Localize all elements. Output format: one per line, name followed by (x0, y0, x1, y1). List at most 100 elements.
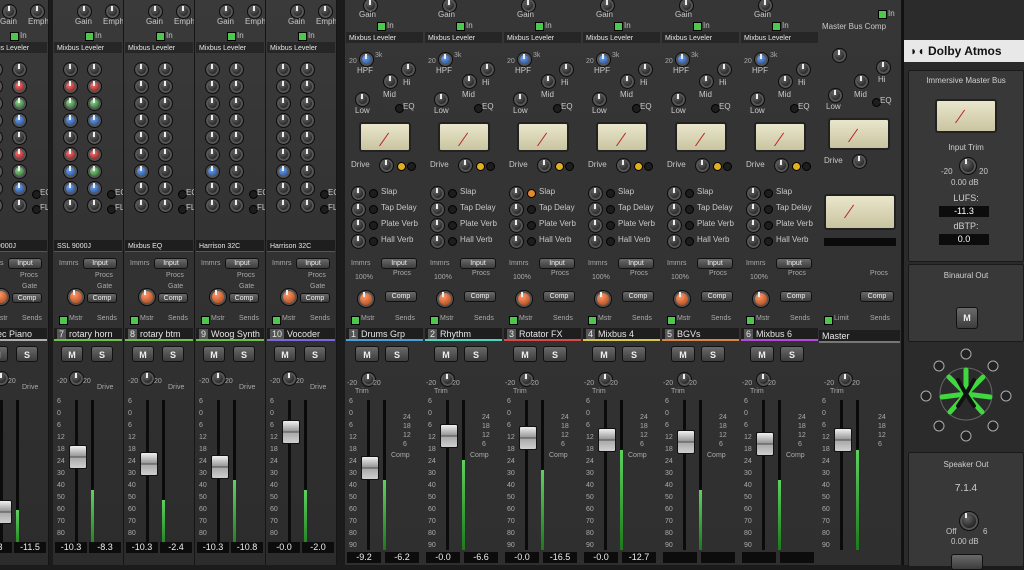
eq-knob[interactable] (205, 130, 220, 145)
send-knob-hall_verb[interactable] (430, 234, 445, 249)
low-knob[interactable] (513, 92, 528, 107)
fader-handle[interactable] (677, 430, 695, 454)
mstr-indicator[interactable] (130, 316, 139, 325)
eq-knob[interactable] (276, 198, 291, 213)
track-name[interactable]: 10 Vocoder (267, 328, 335, 341)
send-knob-slap[interactable] (430, 186, 445, 201)
eq-knob[interactable] (0, 130, 3, 145)
pan-knob[interactable] (0, 288, 10, 306)
eq-knob[interactable] (300, 181, 315, 196)
eq-knob[interactable] (0, 198, 3, 213)
hpf-knob[interactable] (675, 52, 690, 67)
comp-button[interactable]: Comp (12, 293, 42, 303)
track-name[interactable]: 8 rotary btm (125, 328, 193, 341)
send-knob-hall_verb[interactable] (667, 234, 682, 249)
solo-button[interactable]: S (780, 346, 804, 362)
binaural-mute-button[interactable]: M (956, 307, 978, 329)
eq-knob[interactable] (87, 181, 102, 196)
eq-knob[interactable] (87, 96, 102, 111)
mute-button[interactable]: M (355, 346, 379, 362)
eq-knob[interactable] (63, 96, 78, 111)
eq-knob[interactable] (300, 147, 315, 162)
eq-knob[interactable] (134, 147, 149, 162)
mid-knob[interactable] (699, 74, 714, 89)
eq-knob[interactable] (158, 181, 173, 196)
plugin-slot[interactable]: Mixbus Leveler (662, 32, 739, 43)
comp-button[interactable]: Comp (300, 293, 330, 303)
in-indicator[interactable] (10, 32, 19, 41)
eq-knob[interactable] (87, 147, 102, 162)
eq-knob[interactable] (300, 79, 315, 94)
comp-button[interactable]: Comp (701, 291, 733, 302)
speaker-out-button[interactable] (951, 554, 983, 570)
send-knob-slap[interactable] (509, 186, 524, 201)
send-led-tap_delay[interactable] (606, 205, 615, 214)
master-low-knob[interactable] (828, 88, 843, 103)
pan-knob[interactable] (673, 290, 691, 308)
track-name[interactable]: 9 Woog Synth (196, 328, 264, 341)
solo-button[interactable]: S (701, 346, 725, 362)
send-led-plate_verb[interactable] (527, 221, 536, 230)
eq-knob[interactable] (134, 181, 149, 196)
low-knob[interactable] (355, 92, 370, 107)
master-in-indicator[interactable] (878, 10, 887, 19)
eq-knob[interactable] (158, 113, 173, 128)
send-led-tap_delay[interactable] (764, 205, 773, 214)
eq-knob[interactable] (134, 96, 149, 111)
eq-knob[interactable] (0, 147, 3, 162)
eq-knob[interactable] (205, 79, 220, 94)
eq-knob[interactable] (300, 164, 315, 179)
input-button[interactable]: Input (154, 258, 188, 269)
in-indicator[interactable] (693, 22, 702, 31)
solo-button[interactable]: S (304, 346, 326, 362)
eq-knob[interactable] (0, 164, 3, 179)
eq-knob[interactable] (87, 62, 102, 77)
send-led-slap[interactable] (606, 189, 615, 198)
in-indicator[interactable] (156, 32, 165, 41)
mute-button[interactable]: M (203, 346, 225, 362)
bus-name[interactable]: 1 Drums Grp (346, 328, 423, 341)
eq-knob[interactable] (300, 130, 315, 145)
bus-name[interactable]: 5 BGVs (662, 328, 739, 341)
eq-knob[interactable] (276, 130, 291, 145)
hi-knob[interactable] (401, 62, 416, 77)
track-name[interactable]: 7 rotary horn (54, 328, 122, 341)
comp-button[interactable]: Comp (464, 291, 496, 302)
comp-button[interactable]: Comp (229, 293, 259, 303)
solo-button[interactable]: S (233, 346, 255, 362)
send-knob-tap_delay[interactable] (667, 202, 682, 217)
send-led-plate_verb[interactable] (606, 221, 615, 230)
mute-button[interactable]: M (434, 346, 458, 362)
input-button[interactable]: Input (460, 258, 496, 269)
master-fader-handle[interactable] (834, 428, 852, 452)
bus-name[interactable]: 4 Mixbus 4 (583, 328, 660, 341)
mstr-indicator[interactable] (351, 316, 360, 325)
track-name[interactable]: Elec Piano (0, 328, 47, 341)
send-knob-plate_verb[interactable] (746, 218, 761, 233)
hpf-knob[interactable] (596, 52, 611, 67)
mstr-indicator[interactable] (430, 316, 439, 325)
drive-knob[interactable] (695, 158, 710, 173)
input-button[interactable]: Input (697, 258, 733, 269)
eq-knob[interactable] (12, 198, 27, 213)
fader-handle[interactable] (756, 432, 774, 456)
eq-knob[interactable] (300, 96, 315, 111)
eq-knob[interactable] (12, 79, 27, 94)
in-indicator[interactable] (298, 32, 307, 41)
eq-knob[interactable] (0, 96, 3, 111)
eq-knob[interactable] (12, 164, 27, 179)
send-led-plate_verb[interactable] (369, 221, 378, 230)
solo-button[interactable]: S (91, 346, 113, 362)
fader-handle[interactable] (282, 420, 300, 444)
send-led-slap[interactable] (369, 189, 378, 198)
eq-knob[interactable] (205, 113, 220, 128)
master-comp-button[interactable]: Comp (860, 291, 894, 302)
plugin-slot[interactable]: Mixbus Leveler (504, 32, 581, 43)
hi-knob[interactable] (559, 62, 574, 77)
eq-knob[interactable] (63, 164, 78, 179)
eq-knob[interactable] (205, 62, 220, 77)
eq-knob[interactable] (0, 113, 3, 128)
eq-knob[interactable] (134, 79, 149, 94)
send-led-tap_delay[interactable] (685, 205, 694, 214)
eq-knob[interactable] (229, 113, 244, 128)
